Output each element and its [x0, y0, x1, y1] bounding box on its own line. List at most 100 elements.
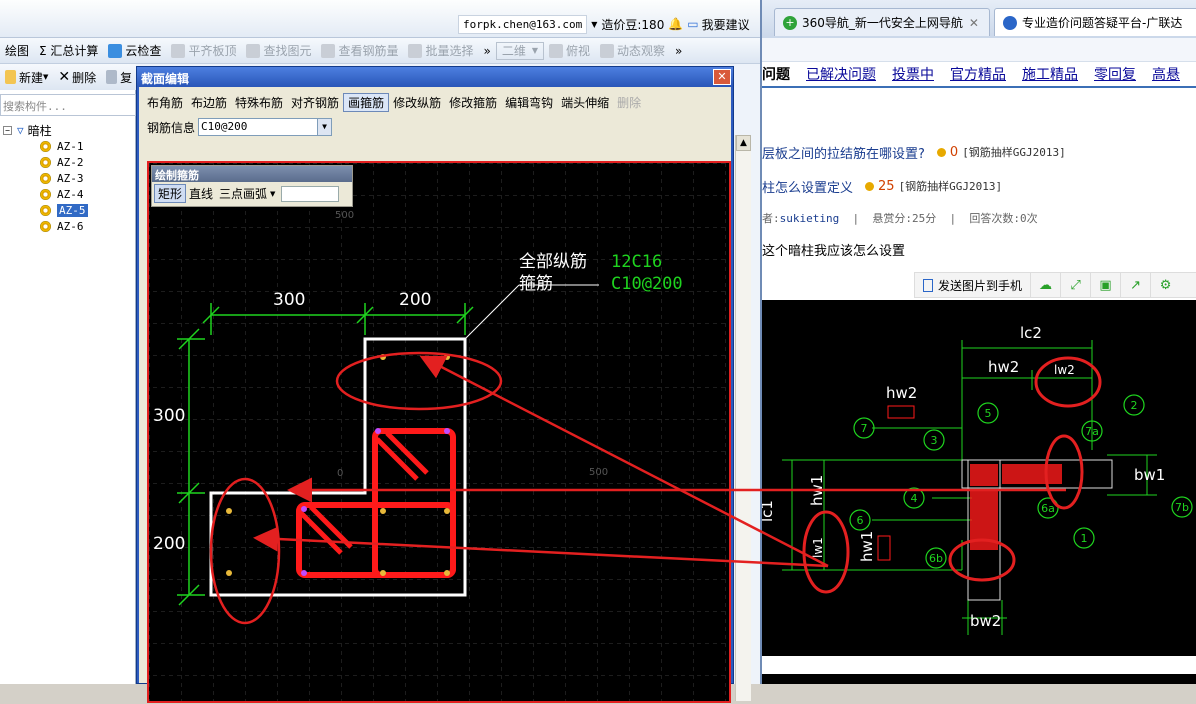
nav-high-reward[interactable]: 高悬 [1152, 64, 1180, 84]
nav-construction[interactable]: 施工精品 [1022, 64, 1078, 84]
copy-component-button[interactable]: 复 [101, 66, 137, 88]
gear-icon[interactable]: ⚙ [1150, 273, 1180, 297]
nav-zero-reply[interactable]: 零回复 [1094, 64, 1136, 84]
cad-image: 7 5 3 2 7a 4 6a 6 1 7b 6b lc2 hw2 lw2 hw2 bw1… [758, 300, 1196, 656]
toolbar-overflow-button[interactable]: » [479, 40, 496, 62]
sum-calc-button[interactable]: Σ 汇总计算 [34, 40, 103, 62]
nav-questions[interactable]: 问题 [762, 64, 790, 84]
section-canvas[interactable]: 500 0 500 300 200 300 200 全部纵筋 箍筋 12C16 … [147, 161, 731, 703]
component-toolbar: 新建 ▼ ✕ 删除 复 [0, 64, 136, 90]
tab-answer-platform[interactable]: 专业造价问题答疑平台-广联达 [994, 8, 1196, 36]
tree-item-az-6[interactable]: AZ-6 [40, 219, 84, 234]
corner-rebar-tool[interactable]: 布角筋 [143, 94, 187, 111]
question-category-nav: 问题 已解决问题 投票中 官方精品 施工精品 零回复 高悬 [762, 62, 1196, 88]
toolbar-overflow-button-2[interactable]: » [670, 40, 687, 62]
find-element-button[interactable]: 查找图元 [241, 40, 316, 62]
line-mode-button[interactable]: 直线 [186, 185, 216, 202]
save-icon[interactable]: ▣ [1090, 273, 1120, 297]
svg-text:6b: 6b [929, 552, 943, 565]
batch-select-icon [408, 43, 423, 58]
chevron-down-icon[interactable]: ▼ [317, 119, 332, 135]
edge-rebar-tool[interactable]: 布边筋 [187, 94, 231, 111]
suggest-icon[interactable]: ▭ [687, 17, 698, 31]
bell-icon[interactable]: 🔔 [668, 17, 683, 31]
scroll-up-icon[interactable]: ▲ [736, 135, 751, 151]
edit-hook-tool[interactable]: 编辑弯钩 [501, 94, 557, 111]
grid-label: 0 [337, 468, 343, 479]
app-titlebar: forpk.chen@163.com ▼ 造价豆:180 🔔 ▭ 我要建议 [0, 0, 760, 38]
svg-text:bw2: bw2 [970, 612, 1001, 630]
nav-official[interactable]: 官方精品 [950, 64, 1006, 84]
draw-stirrup-tool[interactable]: 画箍筋 [343, 92, 390, 112]
draw-button[interactable]: 绘图 [0, 40, 34, 62]
collapse-icon[interactable]: − [3, 126, 12, 135]
suggest-link[interactable]: 我要建议 [702, 16, 750, 33]
tree-item-az-5[interactable]: AZ-5 [40, 203, 88, 218]
modify-long-rebar-tool[interactable]: 修改纵筋 [389, 94, 445, 111]
stirrup-value[interactable]: C10@200 [611, 274, 683, 294]
svg-text:7: 7 [861, 422, 868, 435]
tree-root[interactable]: − ▽ 暗柱 [3, 122, 52, 139]
cad-drawing: 7 5 3 2 7a 4 6a 6 1 7b 6b lc2 hw2 lw2 hw2 bw1… [758, 324, 1193, 635]
share-icon[interactable]: ↗ [1120, 273, 1150, 297]
question-item[interactable]: 柱怎么设置定义 25 [钢筋抽样GGJ2013] [762, 176, 1002, 196]
modify-stirrup-tool[interactable]: 修改箍筋 [445, 94, 501, 111]
svg-text:1: 1 [1081, 532, 1088, 545]
fullscreen-icon[interactable]: ⤢ [1060, 273, 1090, 297]
arc-mode-button[interactable]: 三点画弧 [216, 185, 270, 202]
account-dropdown-arrow-icon[interactable]: ▼ [591, 20, 597, 29]
dialog-title[interactable]: 截面编辑 [137, 67, 733, 87]
nav-voting[interactable]: 投票中 [892, 64, 934, 84]
align-rebar-tool[interactable]: 对齐钢筋 [287, 94, 343, 111]
top-view-button[interactable]: 俯视 [544, 40, 595, 62]
dialog-close-button[interactable]: ✕ [713, 69, 731, 85]
cloud-check-button[interactable]: 云检查 [103, 40, 166, 62]
new-icon [5, 70, 16, 84]
chevron-down-icon: ▼ [43, 73, 49, 81]
delete-tool[interactable]: 删除 [613, 94, 645, 111]
search-component-input[interactable]: 搜索构件... [0, 94, 136, 116]
view-rebar-qty-button[interactable]: 查看钢筋量 [316, 40, 403, 62]
browser-tabs: + 360导航_新一代安全上网导航 ✕ 专业造价问题答疑平台-广联达 [762, 0, 1196, 38]
cloud-icon[interactable]: ☁ [1030, 273, 1060, 297]
orbit-button[interactable]: 动态观察 [595, 40, 670, 62]
question-item[interactable]: 层板之间的拉结筋在哪设置? 0 [钢筋抽样GGJ2013] [762, 142, 1066, 162]
flush-icon [171, 43, 186, 58]
browser-footer [762, 674, 1196, 684]
svg-text:hw2: hw2 [886, 384, 917, 402]
new-component-button[interactable]: 新建 ▼ [0, 66, 53, 88]
user-info-bar: forpk.chen@163.com ▼ 造价豆:180 🔔 ▭ 我要建议 [430, 12, 750, 36]
chevron-down-icon[interactable]: ▼ [270, 190, 275, 198]
cloud-check-icon [108, 43, 123, 58]
tree-item-az-4[interactable]: AZ-4 [40, 187, 84, 202]
svg-text:6: 6 [857, 514, 864, 527]
tree-item-az-3[interactable]: AZ-3 [40, 171, 84, 186]
special-rebar-tool[interactable]: 特殊布筋 [231, 94, 287, 111]
batch-select-button[interactable]: 批量选择 [403, 40, 478, 62]
tree-item-az-1[interactable]: AZ-1 [40, 139, 84, 154]
image-toolbar: 发送图片到手机 ☁ ⤢ ▣ ↗ ⚙ [914, 272, 1196, 298]
question-meta: 者:sukieting | 悬赏分:25分 | 回答次数:0次 [762, 212, 1038, 225]
tab-360-nav[interactable]: + 360导航_新一代安全上网导航 ✕ [774, 8, 990, 36]
svg-text:5: 5 [985, 407, 992, 420]
send-to-phone-button[interactable]: 发送图片到手机 [915, 277, 1030, 294]
rect-mode-button[interactable]: 矩形 [154, 184, 187, 203]
long-rebar-value[interactable]: 12C16 [611, 252, 662, 272]
dim-top-left: 300 [273, 290, 305, 310]
end-stretch-tool[interactable]: 端头伸缩 [557, 94, 613, 111]
asker-link[interactable]: sukieting [780, 212, 840, 225]
svg-text:7a: 7a [1085, 425, 1099, 438]
account-dropdown[interactable]: forpk.chen@163.com [458, 14, 588, 34]
cost-bean-label: 造价豆:180 [601, 17, 665, 32]
tree-item-az-2[interactable]: AZ-2 [40, 155, 84, 170]
flush-slab-button[interactable]: 平齐板顶 [166, 40, 241, 62]
close-icon[interactable]: ✕ [969, 16, 979, 30]
nav-solved[interactable]: 已解决问题 [806, 64, 876, 84]
delete-component-button[interactable]: ✕ 删除 [53, 66, 101, 88]
view-2d-select[interactable]: 二维 ▼ [495, 41, 545, 60]
vertical-scrollbar[interactable]: ▲ [735, 135, 751, 701]
rebar-info-select[interactable]: C10@200 ▼ [198, 118, 333, 136]
rebar-view-icon [321, 43, 336, 58]
draw-mode-select[interactable] [281, 185, 340, 202]
dialog-body: 布角筋 布边筋 特殊布筋 对齐钢筋 画箍筋 修改纵筋 修改箍筋 编辑弯钩 端头伸… [139, 87, 751, 703]
